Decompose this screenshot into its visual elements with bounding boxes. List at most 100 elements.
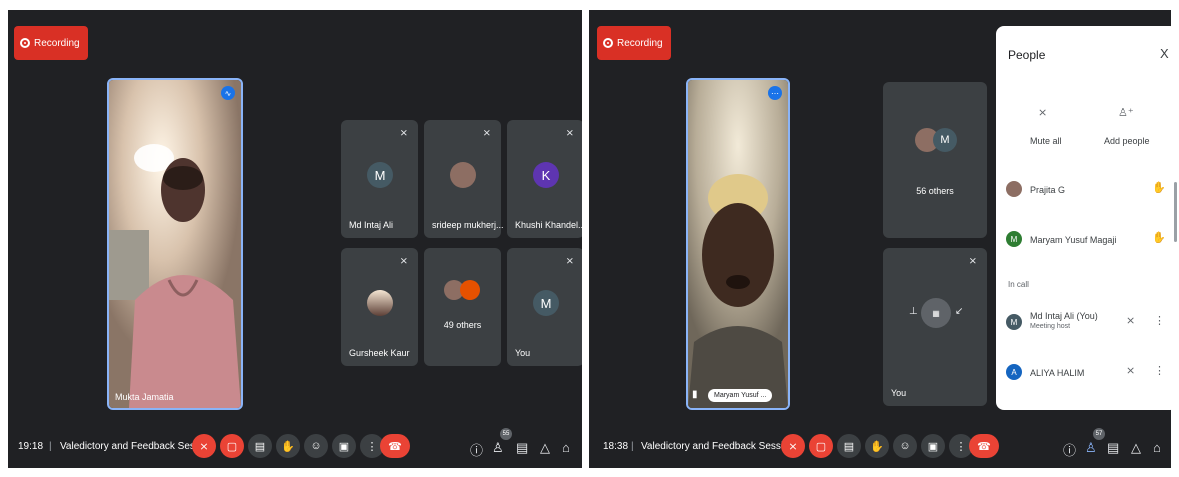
- speaker-video-image: [109, 80, 241, 408]
- people-count-badge: 55: [500, 428, 512, 440]
- participant-name: Khushi Khandel...: [515, 220, 582, 230]
- meeting-title: Valedictory and Feedback Session: [60, 441, 214, 452]
- participant-name: Md Intaj Ali: [349, 220, 394, 230]
- speaker-video[interactable]: ⋯ ▮ Maryam Yusuf ...: [686, 78, 790, 410]
- avatar: [450, 162, 476, 188]
- mic-off-icon: ⨯: [399, 256, 408, 267]
- others-tile[interactable]: M 56 others: [883, 82, 987, 238]
- participant-name: Prajita G: [1030, 185, 1066, 195]
- speaker-video-image: [688, 80, 788, 408]
- mic-off-icon: ⨯: [968, 256, 977, 267]
- people-count-badge: 57: [1093, 428, 1105, 440]
- hand-icon[interactable]: ✋: [1152, 181, 1166, 194]
- mute-all-label[interactable]: Mute all: [1030, 136, 1062, 146]
- participant-name: You: [515, 348, 531, 358]
- mic-off-icon: ⨯: [482, 128, 491, 139]
- more-icon[interactable]: ⋮: [1154, 314, 1165, 327]
- participant-tile[interactable]: ⨯ srideep mukherj...: [424, 120, 504, 238]
- participant-role: Meeting host: [1030, 323, 1071, 330]
- self-tile[interactable]: ⨯ M You: [507, 248, 582, 366]
- add-people-label[interactable]: Add people: [1104, 136, 1150, 146]
- mic-off-icon[interactable]: ⨯: [781, 434, 805, 458]
- participant-tile[interactable]: ⨯ K Khushi Khandel...: [507, 120, 582, 238]
- present-icon[interactable]: ▣: [332, 434, 356, 458]
- more-icon[interactable]: ⋮: [1154, 364, 1165, 377]
- avatar: M: [1006, 231, 1022, 247]
- participant-name: You: [891, 388, 907, 398]
- hand-icon[interactable]: ✋: [865, 434, 889, 458]
- avatar: [367, 290, 393, 316]
- end-call-icon[interactable]: ☎: [380, 434, 410, 458]
- caption-icon[interactable]: ▤: [837, 434, 861, 458]
- people-panel: People X ⨯ Mute all ♙⁺ Add people Prajit…: [996, 26, 1178, 410]
- meeting-title: Valedictory and Feedback Session: [641, 441, 795, 452]
- scrollbar[interactable]: [1174, 182, 1177, 242]
- participant-name: srideep mukherj...: [432, 220, 504, 230]
- record-icon: [20, 38, 30, 48]
- participant-name: ALIYA HALIM: [1030, 368, 1085, 378]
- speaker-video[interactable]: ∿ Mukta Jamatia: [107, 78, 243, 410]
- panel-title: People: [1008, 48, 1046, 62]
- info-icon[interactable]: ⓘ: [1063, 440, 1076, 459]
- people-icon[interactable]: ♙: [1085, 440, 1097, 456]
- minimize-icon[interactable]: ↙: [955, 306, 963, 317]
- avatar: A: [1006, 364, 1022, 380]
- hand-icon[interactable]: ✋: [276, 434, 300, 458]
- participant-name: Maryam Yusuf Magaji: [1030, 235, 1117, 245]
- mic-off-icon: ⨯: [565, 128, 574, 139]
- pin-icon[interactable]: ⊥: [909, 306, 918, 317]
- close-icon[interactable]: X: [1160, 46, 1169, 61]
- camera-button[interactable]: ▢: [220, 434, 244, 458]
- avatar: M: [533, 290, 559, 316]
- others-count: 49 others: [443, 320, 482, 330]
- mic-off-icon[interactable]: ⨯: [192, 434, 216, 458]
- present-icon[interactable]: ▣: [921, 434, 945, 458]
- avatar: M: [933, 128, 957, 152]
- audio-wave-icon: ∿: [221, 86, 235, 100]
- speaker-name-chip: Maryam Yusuf ...: [708, 389, 773, 402]
- mute-all-icon[interactable]: ⨯: [1038, 106, 1047, 119]
- separator: |: [631, 441, 634, 452]
- others-tile[interactable]: 49 others: [424, 248, 501, 366]
- meeting-time: 18:38: [603, 441, 629, 452]
- record-icon: [603, 38, 613, 48]
- in-call-heading: In call: [1008, 280, 1029, 289]
- people-icon[interactable]: ♙: [492, 440, 504, 456]
- participant-name: Gursheek Kaur: [349, 348, 410, 358]
- others-count: 56 others: [916, 186, 954, 196]
- camera-button[interactable]: ▢: [809, 434, 833, 458]
- separator: |: [49, 441, 52, 452]
- end-call-icon[interactable]: ☎: [969, 434, 999, 458]
- avatar: M: [367, 162, 393, 188]
- activities-icon[interactable]: △: [1131, 440, 1141, 456]
- recording-label: Recording: [34, 37, 80, 49]
- participant-name: Md Intaj Ali (You): [1030, 311, 1098, 321]
- add-person-icon[interactable]: ♙⁺: [1118, 106, 1134, 119]
- avatar: K: [533, 162, 559, 188]
- participant-tile[interactable]: ⨯ Gursheek Kaur: [341, 248, 418, 366]
- recording-badge: Recording: [597, 26, 671, 60]
- recording-label: Recording: [617, 37, 663, 49]
- caption-icon[interactable]: ▤: [248, 434, 272, 458]
- chat-icon[interactable]: ▤: [1107, 440, 1119, 456]
- left-meeting-window: Recording ∿ Mukta Jamatia ⨯ M Md Intaj A…: [8, 10, 582, 468]
- self-tile[interactable]: ⨯ ▦ ⊥ ↙ You: [883, 248, 987, 406]
- participant-tile[interactable]: ⨯ M Md Intaj Ali: [341, 120, 418, 238]
- lock-icon[interactable]: ⌂: [1153, 440, 1161, 455]
- mic-off-icon[interactable]: ⨯: [1126, 364, 1135, 377]
- avatar: [460, 280, 480, 300]
- avatar: M: [1006, 314, 1022, 330]
- more-icon[interactable]: ⋯: [768, 86, 782, 100]
- lock-icon[interactable]: ⌂: [562, 440, 570, 455]
- mic-off-icon[interactable]: ⨯: [1126, 314, 1135, 327]
- chat-icon[interactable]: ▤: [516, 440, 528, 456]
- emoji-icon[interactable]: ☺: [304, 434, 328, 458]
- hand-icon[interactable]: ✋: [1152, 231, 1166, 244]
- avatar: [1006, 181, 1022, 197]
- activities-icon[interactable]: △: [540, 440, 550, 456]
- info-icon[interactable]: ⓘ: [470, 440, 483, 459]
- avatar: ▦: [921, 298, 951, 328]
- emoji-icon[interactable]: ☺: [893, 434, 917, 458]
- pin-icon[interactable]: ▮: [692, 389, 698, 400]
- recording-badge: Recording: [14, 26, 88, 60]
